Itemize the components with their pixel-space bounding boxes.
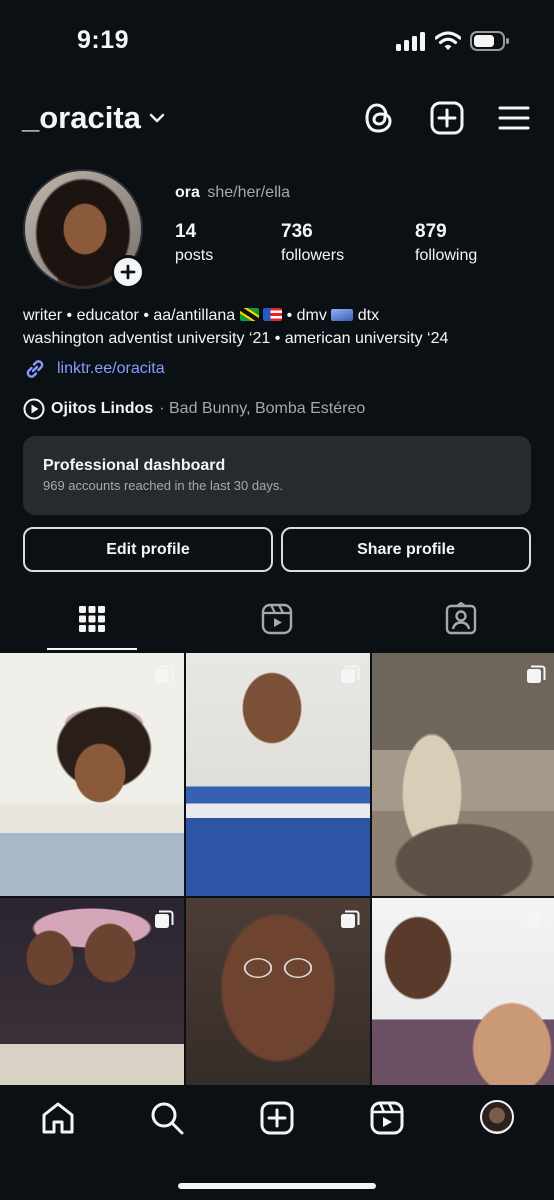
- airplane-icon: [331, 309, 354, 321]
- chevron-down-icon: [149, 113, 165, 123]
- posts-stat[interactable]: 14 posts: [175, 221, 213, 265]
- add-post-icon[interactable]: [430, 100, 464, 136]
- add-story-button[interactable]: [111, 255, 145, 289]
- post-thumbnail[interactable]: [186, 653, 370, 896]
- stat-label: posts: [175, 247, 214, 264]
- tab-posts-grid[interactable]: [77, 602, 107, 639]
- tagged-icon: [445, 601, 477, 635]
- account-switcher[interactable]: _oracita: [22, 100, 165, 136]
- tab-reels[interactable]: [261, 602, 293, 641]
- music-song: Ojitos Lindos: [51, 400, 154, 417]
- carousel-icon: [527, 910, 546, 928]
- carousel-icon: [155, 910, 174, 928]
- reels-icon: [370, 1101, 404, 1135]
- followers-stat[interactable]: 736 followers: [281, 221, 344, 265]
- posts-grid: [0, 653, 554, 1141]
- reels-icon: [261, 603, 293, 635]
- display-name-row: ora she/her/ella: [175, 184, 290, 202]
- puerto-rico-flag-icon: [263, 308, 283, 321]
- stat-value: 736: [281, 221, 313, 242]
- status-time: 9:19: [77, 26, 130, 54]
- create-icon: [260, 1101, 294, 1135]
- carousel-icon: [155, 665, 174, 683]
- jamaica-flag-icon: [239, 308, 259, 321]
- stat-label: followers: [281, 247, 345, 264]
- search-icon: [151, 1102, 184, 1135]
- carousel-icon: [341, 665, 360, 683]
- wifi-icon: [435, 31, 461, 50]
- carousel-icon: [527, 665, 546, 683]
- bio-line-1: writer • educator • aa/antillana • dmv d…: [23, 307, 379, 325]
- nav-search[interactable]: [149, 1100, 185, 1141]
- profile-avatar[interactable]: [23, 169, 145, 289]
- pronouns: she/her/ella: [207, 184, 291, 201]
- status-icons: [396, 30, 510, 52]
- profile-link[interactable]: linktr.ee/oracita: [23, 357, 165, 381]
- bio-text: writer • educator • aa/antillana: [23, 307, 236, 324]
- stat-value: 14: [175, 221, 197, 242]
- nav-reels[interactable]: [369, 1100, 405, 1141]
- username-label: _oracita: [22, 100, 141, 135]
- stat-value: 879: [415, 221, 447, 242]
- battery-icon: [470, 31, 509, 51]
- home-indicator: [178, 1183, 376, 1189]
- menu-icon[interactable]: [498, 100, 530, 136]
- professional-dashboard[interactable]: Professional dashboard 969 accounts reac…: [23, 436, 531, 515]
- bio-line-2: washington adventist university ‘21 • am…: [23, 330, 449, 347]
- link-icon: [26, 360, 44, 378]
- signal-icon: [396, 32, 425, 51]
- plus-icon: [120, 264, 136, 280]
- stat-label: following: [415, 247, 478, 264]
- share-profile-button[interactable]: Share profile: [281, 527, 531, 572]
- nav-profile[interactable]: [480, 1100, 514, 1134]
- post-thumbnail[interactable]: [372, 653, 554, 896]
- play-circle-icon: [23, 398, 45, 420]
- profile-music[interactable]: Ojitos Lindos · Bad Bunny, Bomba Estéreo: [23, 398, 365, 420]
- display-name: ora: [175, 184, 200, 201]
- tab-tagged[interactable]: [445, 601, 477, 641]
- edit-profile-button[interactable]: Edit profile: [23, 527, 273, 572]
- active-tab-indicator: [47, 648, 137, 650]
- bio-text: • dmv: [286, 307, 327, 324]
- header-actions: [362, 100, 530, 136]
- dashboard-subtitle: 969 accounts reached in the last 30 days…: [43, 478, 283, 493]
- nav-create[interactable]: [259, 1100, 295, 1141]
- profile-avatar: [480, 1100, 514, 1134]
- music-artists: · Bad Bunny, Bomba Estéreo: [159, 400, 366, 417]
- threads-icon[interactable]: [362, 100, 396, 136]
- carousel-icon: [341, 910, 360, 928]
- post-thumbnail[interactable]: [0, 653, 184, 896]
- link-text: linktr.ee/oracita: [57, 360, 165, 377]
- grid-icon: [79, 606, 105, 632]
- nav-home[interactable]: [40, 1100, 76, 1141]
- home-icon: [42, 1102, 74, 1134]
- following-stat[interactable]: 879 following: [415, 221, 477, 265]
- bio-text: dtx: [357, 307, 380, 324]
- dashboard-title: Professional dashboard: [43, 457, 226, 474]
